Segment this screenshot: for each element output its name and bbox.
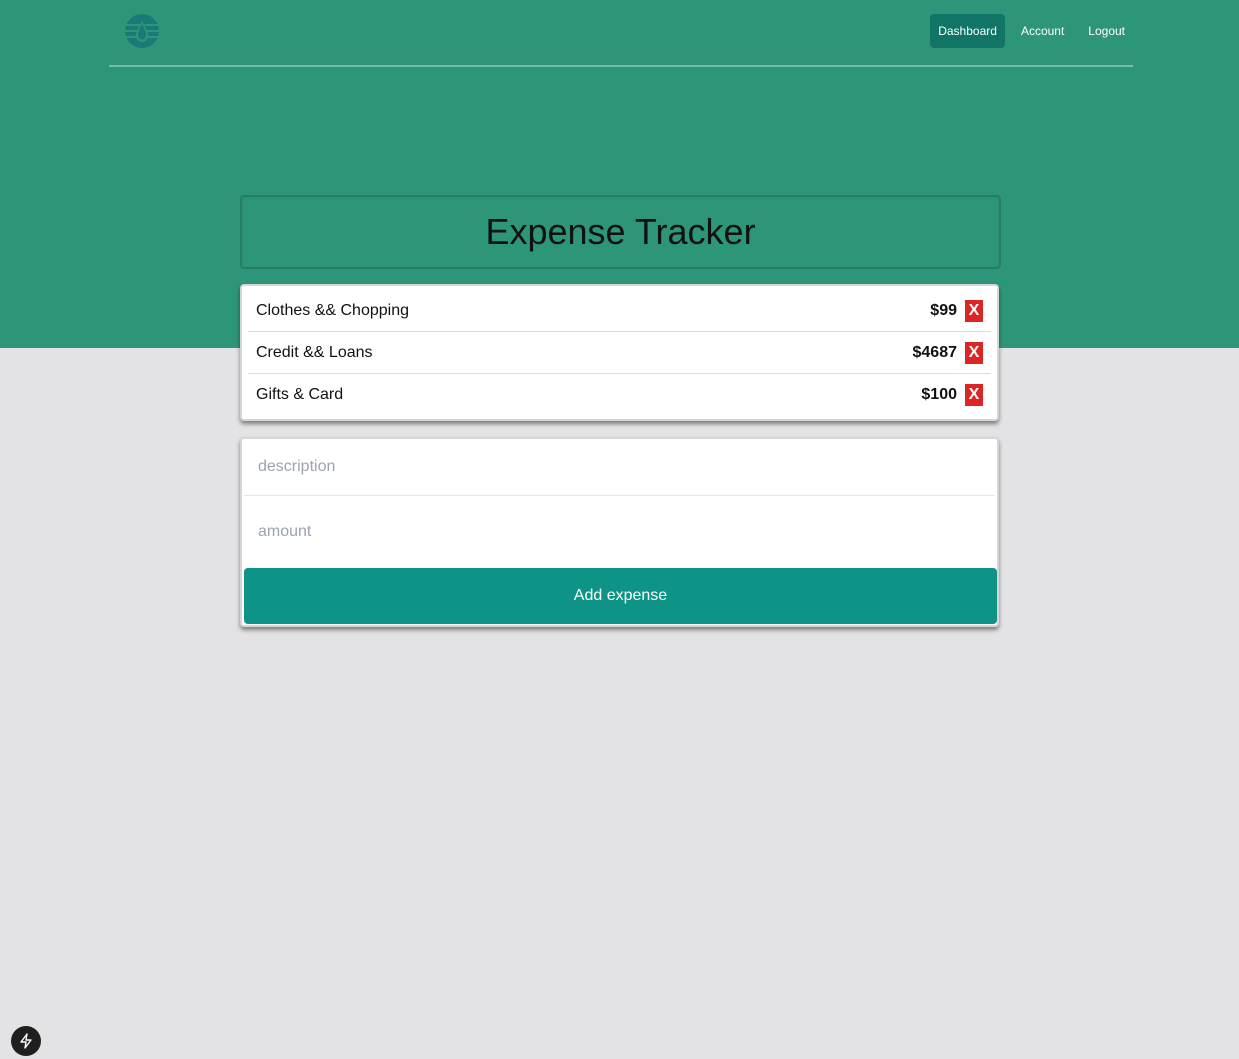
expense-amount: $100 — [921, 385, 957, 403]
add-expense-form: Add expense — [240, 437, 999, 627]
expense-amount: $4687 — [912, 343, 958, 361]
lightning-icon[interactable] — [11, 1026, 41, 1056]
description-input[interactable] — [244, 439, 995, 496]
expense-row: Gifts & Card $100 X — [248, 374, 991, 415]
expense-description: Gifts & Card — [256, 385, 344, 403]
expense-row: Clothes && Chopping $99 X — [248, 290, 991, 332]
delete-expense-button[interactable]: X — [965, 383, 983, 406]
expense-description: Clothes && Chopping — [256, 301, 409, 319]
nav-links: Dashboard Account Logout — [922, 14, 1133, 48]
navbar: Dashboard Account Logout — [109, 0, 1133, 67]
delete-expense-button[interactable]: X — [965, 341, 983, 364]
expense-list: Clothes && Chopping $99 X Credit && Loan… — [240, 284, 999, 421]
expense-row: Credit && Loans $4687 X — [248, 332, 991, 374]
nav-dashboard[interactable]: Dashboard — [930, 14, 1005, 48]
add-expense-button[interactable]: Add expense — [244, 568, 997, 624]
nav-logout[interactable]: Logout — [1080, 14, 1133, 48]
title-box: Expense Tracker — [240, 195, 1001, 269]
nav-account[interactable]: Account — [1013, 14, 1072, 48]
page-title: Expense Tracker — [485, 211, 756, 252]
water-drop-globe-icon[interactable] — [125, 14, 159, 48]
amount-input[interactable] — [244, 496, 995, 567]
expense-description: Credit && Loans — [256, 343, 373, 361]
delete-expense-button[interactable]: X — [965, 299, 983, 322]
expense-amount: $99 — [930, 301, 957, 319]
